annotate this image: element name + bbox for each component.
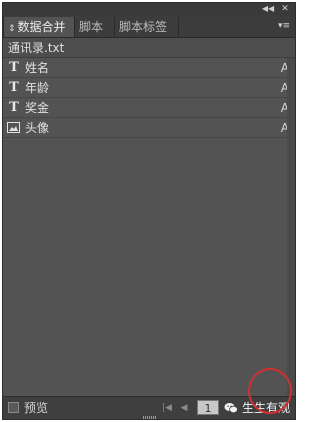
tab-script-label[interactable]: 脚本标签	[115, 17, 179, 37]
tab-label: 数据合并	[17, 20, 66, 34]
field-row-name[interactable]: T 姓名 A	[3, 58, 295, 78]
data-source-file-row: 通讯录.txt	[3, 38, 295, 58]
field-row-age[interactable]: T 年龄 A	[3, 78, 295, 98]
data-merge-panel: ◀◀ ✕ ⇕ 数据合并 脚本 脚本标签 ▾≡ 通讯录.txt T 姓名 A T 年…	[2, 2, 296, 420]
record-number-input[interactable]: 1	[197, 400, 219, 415]
previous-record-icon[interactable]: ◀	[179, 401, 189, 415]
field-row-bonus[interactable]: T 奖金 A	[3, 98, 295, 118]
field-row-avatar[interactable]: 头像 A	[3, 118, 295, 138]
vertical-scrollbar[interactable]	[287, 58, 295, 398]
tab-label: 脚本	[79, 20, 104, 34]
preview-checkbox[interactable]	[8, 402, 19, 413]
wechat-icon	[224, 403, 238, 414]
panel-bottom-bar: 预览 |◀ ◀ 1 生生有观	[3, 396, 295, 419]
first-record-icon[interactable]: |◀	[161, 401, 173, 415]
text-field-icon: T	[9, 100, 19, 115]
watermark-text: 生生有观	[242, 401, 291, 415]
field-label: 年龄	[25, 81, 50, 95]
text-field-icon: T	[9, 80, 19, 95]
panel-titlebar: ◀◀ ✕	[3, 3, 295, 15]
close-panel-icon[interactable]: ✕	[280, 3, 290, 15]
preview-label: 预览	[24, 401, 49, 415]
tab-label: 脚本标签	[119, 20, 168, 34]
text-field-icon: T	[9, 60, 19, 75]
image-field-icon	[7, 122, 20, 133]
field-label: 奖金	[25, 101, 50, 115]
panel-tabbar: ⇕ 数据合并 脚本 脚本标签 ▾≡	[3, 15, 295, 38]
resize-grip[interactable]	[143, 416, 157, 419]
field-list: T 姓名 A T 年龄 A T 奖金 A 头像 A	[3, 58, 295, 138]
tab-data-merge[interactable]: ⇕ 数据合并	[3, 17, 75, 37]
panel-menu-icon[interactable]: ▾≡	[277, 19, 291, 33]
updown-arrows-icon: ⇕	[8, 24, 16, 34]
data-source-filename: 通讯录.txt	[8, 41, 65, 55]
tab-scripts[interactable]: 脚本	[75, 17, 115, 37]
field-label: 姓名	[25, 61, 50, 75]
collapse-panel-icon[interactable]: ◀◀	[261, 3, 275, 15]
field-label: 头像	[25, 121, 50, 135]
